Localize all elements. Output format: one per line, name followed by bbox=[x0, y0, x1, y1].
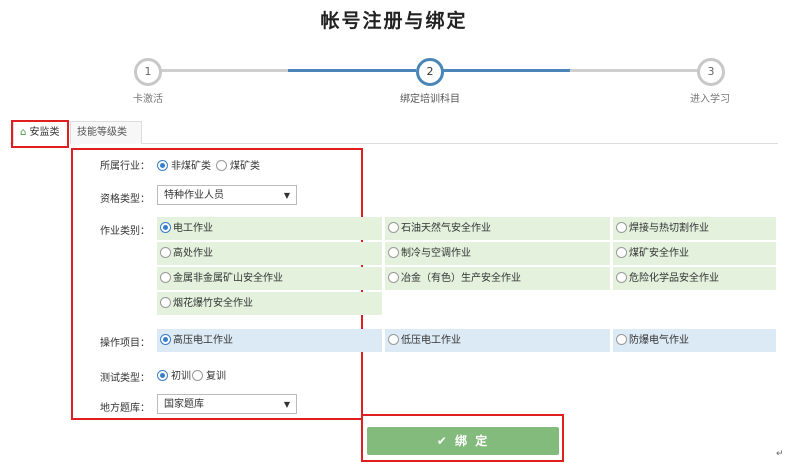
step-line-1a bbox=[160, 69, 288, 72]
job-option-metallurgy[interactable]: 冶金（有色）生产安全作业 bbox=[385, 267, 610, 290]
job-option-label: 焊接与热切割作业 bbox=[629, 223, 709, 234]
step-line-2b bbox=[570, 69, 698, 72]
industry-radio-nonmine[interactable]: 非煤矿类 bbox=[157, 157, 211, 172]
step-2-circle: 2 bbox=[416, 58, 444, 86]
job-option-label: 制冷与空调作业 bbox=[401, 248, 471, 259]
job-option-welding[interactable]: 焊接与热切割作业 bbox=[613, 217, 776, 240]
tab-skill-level[interactable]: 技能等级类 bbox=[70, 121, 142, 144]
caret-down-icon: ▼ bbox=[283, 400, 290, 409]
radio-checked-icon bbox=[157, 159, 168, 171]
radio-unchecked-icon bbox=[388, 333, 399, 345]
radio-unchecked-icon bbox=[616, 271, 627, 283]
industry-option-label: 煤矿类 bbox=[230, 161, 260, 172]
operation-option-label: 低压电工作业 bbox=[401, 335, 461, 346]
step-line-1b bbox=[288, 69, 416, 72]
job-option-coal-safety[interactable]: 煤矿安全作业 bbox=[613, 242, 776, 265]
step-3-circle: 3 bbox=[697, 58, 725, 86]
job-option-label: 煤矿安全作业 bbox=[629, 248, 689, 259]
tab-highlight-box bbox=[11, 120, 69, 148]
step-line-2a bbox=[442, 69, 570, 72]
caret-down-icon: ▼ bbox=[283, 191, 290, 200]
step-1-label: 卡激活 bbox=[133, 94, 163, 105]
job-option-label: 高处作业 bbox=[173, 248, 213, 259]
qualification-select[interactable]: 特种作业人员 ▼ bbox=[157, 185, 297, 205]
radio-checked-icon bbox=[157, 369, 168, 381]
test-type-radio-initial[interactable]: 初训 bbox=[157, 367, 191, 382]
radio-unchecked-icon bbox=[388, 221, 399, 233]
test-type-option-label: 复训 bbox=[206, 371, 226, 382]
step-2-label: 绑定培训科目 bbox=[400, 94, 460, 105]
radio-unchecked-icon bbox=[216, 159, 227, 171]
operation-option-label: 防爆电气作业 bbox=[629, 335, 689, 346]
test-type-label: 测试类型： bbox=[100, 373, 150, 384]
industry-radio-coal[interactable]: 煤矿类 bbox=[216, 157, 260, 172]
operation-option-label: 高压电工作业 bbox=[173, 335, 233, 346]
job-option-label: 石油天然气安全作业 bbox=[401, 223, 491, 234]
job-option-height[interactable]: 高处作业 bbox=[157, 242, 382, 265]
job-option-electrician[interactable]: 电工作业 bbox=[157, 217, 382, 240]
question-bank-label: 地方题库： bbox=[100, 403, 150, 414]
job-option-refrigeration[interactable]: 制冷与空调作业 bbox=[385, 242, 610, 265]
radio-unchecked-icon bbox=[616, 221, 627, 233]
question-bank-select[interactable]: 国家题库 ▼ bbox=[157, 394, 297, 414]
operation-option-high-voltage[interactable]: 高压电工作业 bbox=[157, 329, 382, 352]
qualification-label: 资格类型： bbox=[100, 194, 150, 205]
radio-checked-icon bbox=[160, 221, 171, 233]
radio-unchecked-icon bbox=[616, 333, 627, 345]
radio-unchecked-icon bbox=[160, 296, 171, 308]
page-title: 帐号注册与绑定 bbox=[320, 10, 468, 32]
job-category-label: 作业类别： bbox=[100, 226, 150, 237]
job-option-label: 危险化学品安全作业 bbox=[629, 273, 719, 284]
bind-button[interactable]: ✔ 绑 定 bbox=[367, 427, 559, 455]
job-option-label: 金属非金属矿山安全作业 bbox=[173, 273, 283, 284]
radio-unchecked-icon bbox=[160, 271, 171, 283]
qualification-value: 特种作业人员 bbox=[164, 190, 224, 201]
radio-unchecked-icon bbox=[192, 369, 203, 381]
test-type-option-label: 初训 bbox=[171, 371, 191, 382]
radio-checked-icon bbox=[160, 333, 171, 345]
operation-option-explosion-proof[interactable]: 防爆电气作业 bbox=[613, 329, 776, 352]
step-1-circle: 1 bbox=[134, 58, 162, 86]
job-option-metal-mine[interactable]: 金属非金属矿山安全作业 bbox=[157, 267, 382, 290]
industry-option-label: 非煤矿类 bbox=[171, 161, 211, 172]
job-option-oil-gas[interactable]: 石油天然气安全作业 bbox=[385, 217, 610, 240]
job-option-label: 冶金（有色）生产安全作业 bbox=[401, 273, 521, 284]
operation-label: 操作项目： bbox=[100, 338, 150, 349]
radio-unchecked-icon bbox=[388, 246, 399, 258]
question-bank-value: 国家题库 bbox=[164, 399, 204, 410]
operation-option-low-voltage[interactable]: 低压电工作业 bbox=[385, 329, 610, 352]
return-mark: ↵ bbox=[776, 449, 784, 459]
step-3-label: 进入学习 bbox=[690, 94, 730, 105]
job-option-fireworks[interactable]: 烟花爆竹安全作业 bbox=[157, 292, 382, 315]
radio-unchecked-icon bbox=[160, 246, 171, 258]
radio-unchecked-icon bbox=[388, 271, 399, 283]
job-option-chemicals[interactable]: 危险化学品安全作业 bbox=[613, 267, 776, 290]
job-option-label: 电工作业 bbox=[173, 223, 213, 234]
job-option-label: 烟花爆竹安全作业 bbox=[173, 298, 253, 309]
test-type-radio-retrain[interactable]: 复训 bbox=[192, 367, 226, 382]
industry-label: 所属行业： bbox=[100, 161, 150, 172]
radio-unchecked-icon bbox=[616, 246, 627, 258]
